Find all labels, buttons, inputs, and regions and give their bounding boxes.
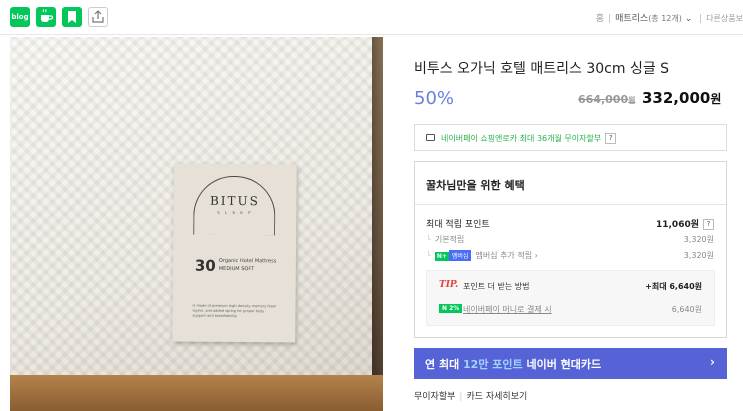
breadcrumb-count: (총 12개) (648, 14, 682, 23)
tag-line2: MEDIUM SOFT (218, 265, 255, 273)
membership-badge: 멤버십 (448, 250, 472, 261)
bookmark-icon[interactable] (62, 7, 82, 27)
installment-link[interactable]: 무이자할부 (414, 392, 455, 402)
help-icon[interactable]: ? (703, 219, 714, 230)
divider (415, 204, 726, 205)
npay-money-value: 6,640원 (671, 305, 702, 314)
breadcrumb-category[interactable]: 매트리스 (615, 14, 648, 24)
membership-points-value: 3,320원 (683, 251, 714, 260)
card-icon (426, 134, 435, 141)
max-points-value: 11,060원? (656, 217, 714, 230)
top-bar: blog 홈 | 매트리스(총 12개) ⌄ | 다른상품보 (0, 0, 743, 35)
tag-brand: BITUS (209, 193, 260, 209)
npay-installment-text: 네이버페이 쇼핑앤로카 최대 36개월 무이자할부 (441, 134, 602, 143)
membership-points-label: 멤버십 추가 적립 (475, 251, 533, 260)
basic-points-value: 3,320원 (683, 235, 714, 244)
product-tag: BITUS S L E E P 30 Organic Hotel Mattres… (172, 163, 297, 343)
membership-points-row[interactable]: └ N+ 멤버십 멤버십 추가 적립 › (426, 250, 538, 261)
sale-price: 332,000원 (642, 89, 722, 107)
tip-label: TIP. (439, 280, 459, 290)
hyundai-card-banner[interactable]: 연 최대 12만 포인트 네이버 현대카드 › (414, 348, 727, 379)
tag-line1: Organic Hotel Mattress (218, 257, 277, 265)
benefit-box: 꿀차님만을 위한 혜택 최대 적립 포인트 11,060원? └ 기본적립 3,3… (414, 161, 727, 338)
chevron-right-icon: › (710, 355, 715, 369)
tip-box: TIP. 포인트 더 받는 방법 +최대 6,640원 N 2% 네이버페이 머… (426, 270, 715, 326)
tip-text: 포인트 더 받는 방법 (463, 282, 530, 291)
original-price: 664,000원 (578, 93, 636, 106)
banner-highlight: 12만 포인트 (463, 358, 523, 371)
tag-number: 30 (194, 256, 216, 275)
benefit-title: 꿀차님만을 위한 혜택 (426, 179, 525, 192)
bed-frame-shape (10, 375, 383, 411)
breadcrumb: 홈 | 매트리스(총 12개) ⌄ | 다른상품보 (595, 14, 743, 24)
npay-installment-box: 네이버페이 쇼핑앤로카 최대 36개월 무이자할부? (414, 124, 727, 151)
blog-icon[interactable]: blog (10, 7, 30, 27)
cafe-icon[interactable] (36, 7, 56, 27)
product-title: 비투스 오가닉 호텔 매트리스 30cm 싱글 S (414, 61, 670, 77)
banner-prefix: 연 최대 (425, 358, 464, 371)
tag-brand-sub: S L E E P (217, 209, 253, 216)
product-image[interactable]: BITUS S L E E P 30 Organic Hotel Mattres… (10, 37, 383, 411)
banner-suffix: 네이버 현대카드 (522, 358, 602, 371)
breadcrumb-home[interactable]: 홈 (596, 14, 604, 24)
naver-plus-badge: N+ (434, 252, 449, 261)
tip-value: +최대 6,640원 (645, 282, 702, 291)
npay-money-badge: N 2% (439, 304, 463, 313)
other-products-link[interactable]: 다른상품보 (706, 14, 743, 23)
basic-points-label: └ 기본적립 (426, 235, 465, 244)
tag-description: is made of premium high-density memory f… (192, 303, 277, 319)
chevron-down-icon[interactable]: ⌄ (682, 14, 695, 24)
discount-rate: 50% (414, 88, 455, 109)
installment-links: 무이자할부 | 카드 자세히보기 (414, 392, 528, 402)
max-points-label: 최대 적립 포인트 (426, 220, 490, 230)
chevron-right-icon: › (532, 251, 538, 260)
npay-money-link[interactable]: 네이버페이 머니로 결제 시 (463, 304, 552, 315)
help-icon[interactable]: ? (605, 133, 617, 144)
card-detail-link[interactable]: 카드 자세히보기 (466, 392, 527, 402)
share-icon[interactable] (88, 7, 108, 27)
